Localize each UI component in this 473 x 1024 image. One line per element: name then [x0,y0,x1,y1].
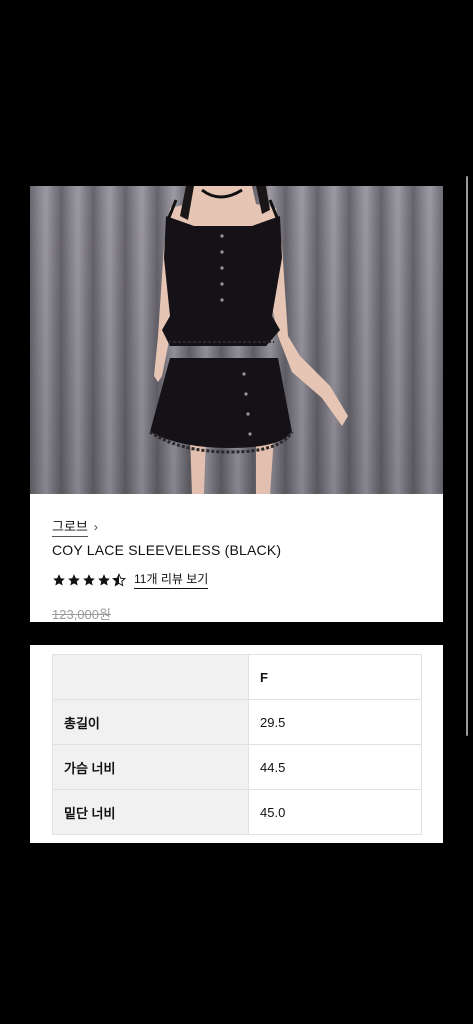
rating-row: 11개 리뷰 보기 [52,570,209,589]
star-icon [98,573,110,586]
row-label: 가슴 너비 [52,744,249,790]
rating-stars [52,572,126,587]
row-value: 45.0 [248,789,422,835]
row-value: 29.5 [248,699,422,745]
star-icon [68,573,80,586]
table-row: 밑단 너비 45.0 [52,789,422,835]
row-value: 44.5 [248,744,422,790]
product-title: COY LACE SLEEVELESS (BLACK) [52,542,282,558]
size-table: F 총길이 29.5 가슴 너비 44.5 밑단 너비 45.0 [52,654,422,835]
chevron-right-icon: › [93,519,98,534]
table-header-cell [52,654,249,700]
table-header-cell: F [248,654,422,700]
row-label: 밑단 너비 [52,789,249,835]
product-card: 그로브 › COY LACE SLEEVELESS (BLACK) 11개 리뷰… [30,186,443,622]
review-link[interactable]: 11개 리뷰 보기 [134,570,209,589]
brand-link[interactable]: 그로브 › [52,516,98,537]
original-price: 123,000원 [52,607,111,622]
star-icon [83,573,95,586]
table-row: 가슴 너비 44.5 [52,744,422,790]
brand-name: 그로브 [52,516,88,537]
table-row: 총길이 29.5 [52,699,422,745]
half-star-icon [112,572,126,586]
row-label: 총길이 [52,699,249,745]
star-icon [53,573,65,586]
product-photo[interactable] [30,186,443,494]
scrollbar[interactable] [466,176,468,736]
size-card: F 총길이 29.5 가슴 너비 44.5 밑단 너비 45.0 [30,645,443,843]
model-figure [149,186,348,494]
table-header-row: F [52,654,422,700]
